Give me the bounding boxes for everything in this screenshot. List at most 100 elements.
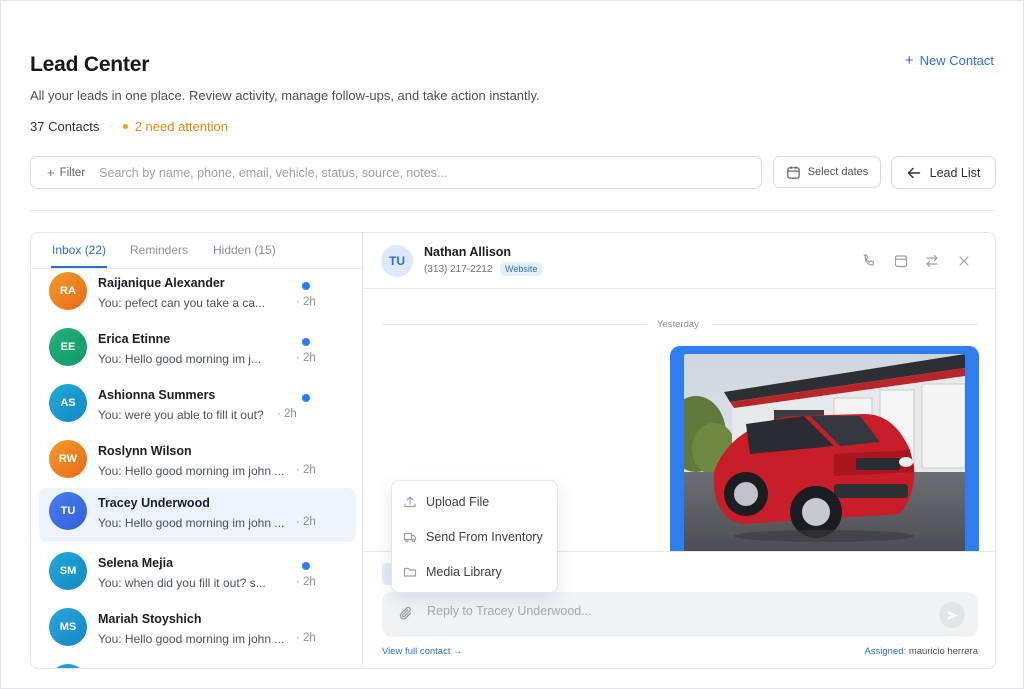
conversation-item[interactable]: AS Ashionna Summers You: were you able t… (39, 380, 356, 434)
menu-item-send-from-inventory[interactable]: Send From Inventory (392, 520, 559, 554)
send-icon (946, 610, 958, 620)
phone-icon[interactable] (861, 253, 877, 269)
message-preview: You: pefect can you take a ca... (98, 296, 266, 310)
summary-counts: 37 Contacts · 2 need attention (30, 119, 228, 134)
filter-button[interactable]: + Filter (47, 165, 85, 180)
unread-dot-icon (302, 338, 310, 346)
day-divider-line (382, 324, 647, 325)
tab-hidden[interactable]: Hidden (15) (213, 243, 276, 257)
message-preview: You: were you able to fill it out? (98, 408, 264, 422)
avatar: MS (49, 608, 87, 646)
contact-name: Selena Mejia (98, 556, 174, 570)
source-badge: Website (500, 262, 543, 276)
filter-label: Filter (59, 166, 86, 179)
message-time: · 2h (296, 516, 316, 528)
message-time: · 2h (296, 296, 316, 308)
lead-list-button[interactable]: Lead List (891, 156, 996, 189)
avatar: TU (49, 492, 87, 530)
chat-header: TU Nathan Allison (313) 217-2212 Website (364, 233, 995, 289)
upload-icon (404, 496, 416, 508)
tab-inbox[interactable]: Inbox (22) (52, 243, 106, 257)
vehicle-photo-illustration (684, 354, 965, 552)
photo-message-bubble[interactable] (670, 346, 979, 552)
tab-reminders[interactable]: Reminders (130, 243, 188, 257)
conversation-item[interactable]: RA Raijanique Alexander You: pefect can … (39, 268, 356, 322)
conversation-item[interactable] (39, 660, 356, 668)
reply-input[interactable] (427, 604, 927, 618)
app-window: Lead Center All your leads in one place.… (0, 0, 1024, 689)
truck-icon (403, 532, 417, 543)
message-time: · 2h (277, 408, 297, 420)
unread-dot-icon (302, 394, 310, 402)
contact-name: Mariah Stoyshich (98, 612, 202, 626)
page-title: Lead Center (30, 53, 150, 76)
plus-icon: + (904, 52, 914, 69)
header-divider (30, 210, 996, 211)
attach-menu: Upload File Send From Inventory Media Li… (391, 480, 558, 593)
day-divider-line (712, 324, 978, 325)
select-dates-button[interactable]: Select dates (773, 156, 881, 188)
paperclip-icon[interactable] (397, 605, 415, 623)
contacts-count: 37 Contacts (30, 119, 100, 134)
message-preview: You: Hello good morning im john ... (98, 516, 285, 530)
chat-contact-phone: (313) 217-2212 (424, 264, 493, 275)
avatar: RA (49, 272, 87, 310)
message-preview: You: Hello good morning im john ... (98, 464, 285, 478)
transfer-icon[interactable] (924, 253, 940, 269)
message-time: · 2h (296, 632, 316, 644)
conversation-item[interactable]: EE Erica Etinne You: Hello good morning … (39, 324, 356, 378)
new-contact-button[interactable]: + New Contact (905, 52, 994, 69)
contact-name: Erica Etinne (98, 332, 171, 346)
menu-item-label: Send From Inventory (426, 530, 543, 544)
conversation-item[interactable]: RW Roslynn Wilson You: Hello good mornin… (39, 436, 356, 490)
attention-count[interactable]: 2 need attention (135, 119, 228, 134)
avatar: RW (49, 440, 87, 478)
message-preview: You: when did you fill it out? s... (98, 576, 266, 590)
assigned-user: mauricio herrera (908, 646, 978, 657)
view-full-contact-link[interactable]: View full contact → (382, 646, 463, 657)
avatar: TU (381, 245, 413, 277)
attention-dot-icon (122, 124, 128, 129)
contact-name: Tracey Underwood (98, 496, 210, 510)
message-time: · 2h (296, 464, 316, 476)
contact-name: Roslynn Wilson (98, 444, 192, 458)
menu-item-label: Media Library (426, 565, 502, 579)
contact-name: Raijanique Alexander (98, 276, 225, 290)
separator-dot: · (109, 121, 113, 132)
search-bar: + Filter (30, 156, 762, 189)
message-time: · 2h (296, 352, 316, 364)
unread-dot-icon (302, 282, 310, 290)
menu-item-upload-file[interactable]: Upload File (392, 485, 559, 519)
conversation-item[interactable]: MS Mariah Stoyshich You: Hello good morn… (39, 604, 356, 658)
lead-list-label: Lead List (929, 165, 981, 180)
calendar-icon[interactable] (893, 253, 909, 269)
calendar-icon (786, 165, 800, 179)
assigned-label: Assigned: (864, 646, 907, 657)
menu-item-media-library[interactable]: Media Library (392, 555, 559, 589)
contact-name: Ashionna Summers (98, 388, 216, 402)
vehicle-photo[interactable] (684, 354, 965, 552)
inbox-tabs: Inbox (22) Reminders Hidden (15) (31, 233, 362, 269)
new-contact-label: New Contact (919, 53, 994, 68)
chat-contact-name: Nathan Allison (424, 245, 512, 259)
conversation-list-pane: Inbox (22) Reminders Hidden (15) RA Raij… (31, 233, 363, 668)
folder-icon (403, 567, 417, 577)
assigned-to: Assigned: mauricio herrera (864, 646, 978, 657)
avatar: AS (49, 384, 87, 422)
page-subtitle: All your leads in one place. Review acti… (30, 88, 540, 103)
avatar: EE (49, 328, 87, 366)
avatar (49, 664, 87, 668)
close-icon[interactable] (956, 253, 972, 269)
select-dates-label: Select dates (807, 166, 869, 178)
day-divider-label: Yesterday (657, 319, 699, 330)
conversation-item-selected[interactable]: TU Tracey Underwood You: Hello good morn… (39, 488, 356, 542)
reply-box (382, 592, 978, 637)
search-input[interactable] (99, 165, 700, 180)
message-preview: You: Hello good morning im john ... (98, 632, 285, 646)
arrow-left-icon (907, 167, 920, 178)
menu-item-label: Upload File (426, 495, 490, 509)
chat-pane: TU Nathan Allison (313) 217-2212 Website (364, 233, 995, 668)
conversation-item[interactable]: SM Selena Mejia You: when did you fill i… (39, 548, 356, 602)
plus-icon: + (47, 165, 55, 180)
send-button[interactable] (939, 602, 965, 628)
